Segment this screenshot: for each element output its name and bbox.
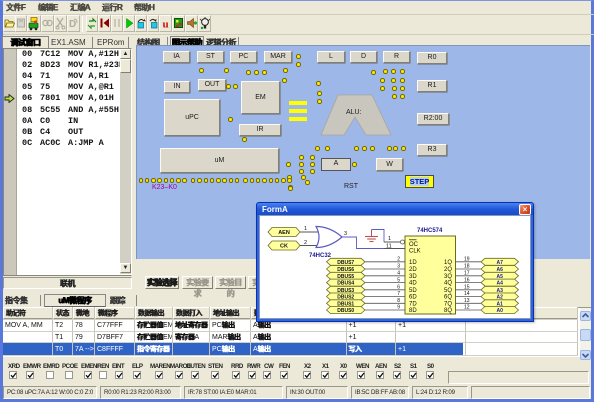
svg-text:AEN: AEN: [278, 230, 290, 236]
svg-text:8: 8: [397, 298, 400, 304]
svg-text:5D: 5D: [409, 288, 417, 294]
svg-text:9: 9: [397, 305, 400, 311]
svg-text:7: 7: [397, 291, 400, 297]
svg-text:7Q: 7Q: [444, 301, 452, 307]
svg-text:ALU:: ALU:: [346, 109, 362, 116]
svg-text:DBUS4: DBUS4: [337, 281, 354, 287]
svg-text:OC: OC: [409, 242, 419, 248]
svg-text:4Q: 4Q: [444, 281, 452, 287]
svg-text:11: 11: [386, 244, 392, 250]
svg-text:15: 15: [464, 285, 470, 291]
svg-text:1: 1: [388, 236, 391, 242]
svg-text:DBUS7: DBUS7: [337, 260, 354, 266]
svg-text:13: 13: [464, 298, 470, 304]
svg-text:12: 12: [464, 305, 470, 311]
svg-text:1Q: 1Q: [444, 260, 452, 266]
svg-text:6D: 6D: [409, 295, 417, 301]
svg-text:A0: A0: [496, 308, 503, 314]
svg-text:CLK: CLK: [409, 249, 421, 255]
svg-text:3: 3: [397, 264, 400, 270]
svg-text:17: 17: [464, 271, 470, 277]
svg-text:8Q: 8Q: [444, 308, 452, 314]
svg-text:19: 19: [464, 257, 470, 263]
svg-text:6Q: 6Q: [444, 295, 452, 301]
svg-text:8D: 8D: [409, 308, 417, 314]
svg-text:5Q: 5Q: [444, 288, 452, 294]
svg-text:4: 4: [397, 271, 400, 277]
svg-text:74HC574: 74HC574: [417, 228, 443, 234]
svg-text:4D: 4D: [409, 281, 417, 287]
svg-text:D: D: [69, 19, 76, 30]
svg-text:CK: CK: [280, 244, 288, 250]
svg-text:u: u: [163, 19, 169, 31]
svg-text:16: 16: [464, 277, 470, 283]
svg-text:6: 6: [397, 285, 400, 291]
svg-text:1: 1: [304, 226, 307, 232]
svg-text:18: 18: [464, 264, 470, 270]
svg-text:74HC32: 74HC32: [309, 253, 332, 259]
svg-text:DBUS0: DBUS0: [337, 308, 354, 314]
svg-text:A7: A7: [496, 260, 503, 266]
svg-text:2: 2: [397, 257, 400, 263]
svg-text:3: 3: [344, 231, 347, 237]
svg-text:A4: A4: [496, 281, 503, 287]
svg-text:14: 14: [464, 291, 470, 297]
svg-text:3Q: 3Q: [444, 274, 452, 280]
svg-text:2D: 2D: [409, 267, 417, 273]
svg-text:1D: 1D: [409, 260, 417, 266]
svg-text:5: 5: [397, 277, 400, 283]
svg-text:3D: 3D: [409, 274, 417, 280]
svg-text:7D: 7D: [409, 301, 417, 307]
svg-text:2Q: 2Q: [444, 267, 452, 273]
svg-text:2: 2: [304, 240, 307, 246]
